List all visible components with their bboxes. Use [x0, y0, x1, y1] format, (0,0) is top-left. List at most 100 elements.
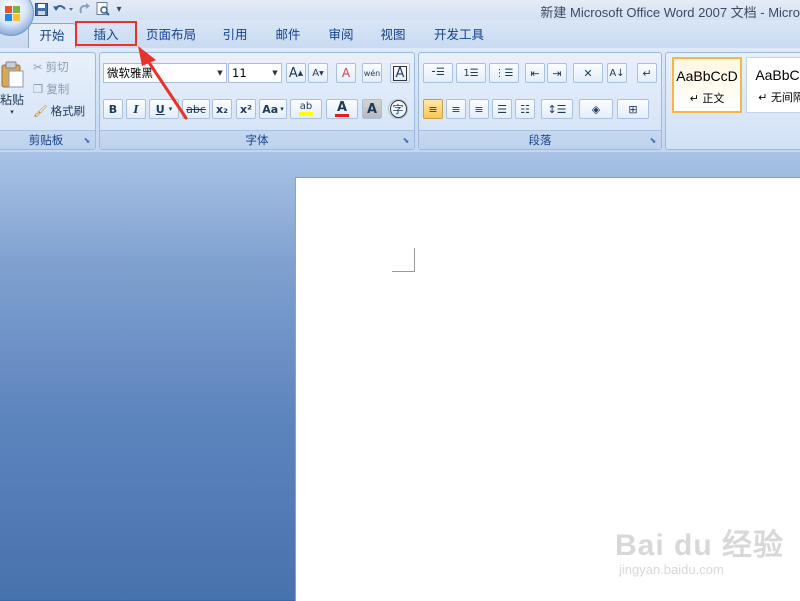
window-title: 新建 Microsoft Office Word 2007 文档 - Micro — [540, 5, 800, 20]
style-sample: AaBbCc — [755, 67, 800, 83]
font-name-combo[interactable]: 微软雅黑 ▼ — [103, 63, 227, 83]
copy-button[interactable]: ❐ 复制 — [33, 81, 69, 97]
style-no-spacing[interactable]: AaBbCc ↵ 无间隔 — [746, 57, 800, 113]
font-name-value: 微软雅黑 — [107, 66, 153, 80]
format-painter-label: 格式刷 — [50, 104, 86, 118]
justify-icon: ☰ — [497, 102, 507, 116]
character-shading-button[interactable]: A — [362, 99, 382, 119]
font-color-icon: A — [336, 99, 348, 115]
tab-view[interactable]: 视图 — [370, 23, 416, 47]
watermark-main: Bai du 经验 — [615, 529, 785, 562]
print-preview-icon[interactable] — [94, 1, 112, 17]
font-group-label: 字体 — [100, 130, 414, 149]
numbering-button[interactable]: 1☰ — [456, 63, 486, 83]
bold-button[interactable]: B — [103, 99, 123, 119]
line-spacing-button[interactable]: ↕☰ — [541, 99, 573, 119]
strikethrough-button[interactable]: abc — [182, 99, 210, 119]
enclose-characters-button[interactable]: 字 — [388, 99, 408, 119]
highlight-button[interactable]: ab — [290, 99, 322, 119]
margin-corner-mark — [392, 248, 415, 272]
customize-qat-button[interactable]: ▾ — [112, 1, 126, 17]
phonetic-guide-button[interactable]: wén — [362, 63, 382, 83]
align-left-button[interactable]: ≡ — [423, 99, 443, 119]
clear-format-button[interactable]: A — [336, 63, 356, 83]
align-right-button[interactable]: ≡ — [469, 99, 489, 119]
sort-icon: A↓ — [609, 67, 625, 79]
underline-button[interactable]: U ▾ — [149, 99, 179, 119]
paste-button[interactable]: 粘贴 ▾ — [0, 57, 25, 119]
baidu-watermark: Bai du 经验 jingyan.baidu.com — [615, 520, 784, 577]
cut-button[interactable]: ✂ 剪切 — [33, 59, 69, 75]
decrease-indent-icon: ⇤ — [530, 66, 540, 80]
bullets-icon: ⁃☰ — [431, 67, 445, 78]
change-case-icon: Aa — [262, 102, 279, 116]
font-launcher-icon[interactable]: ⬊ — [401, 136, 411, 146]
strikethrough-icon: abc — [186, 102, 206, 116]
clipboard-launcher-icon[interactable]: ⬊ — [82, 136, 92, 146]
style-name: ↵ 正文 — [689, 92, 725, 105]
increase-indent-button[interactable]: ⇥ — [547, 63, 567, 83]
tab-mailings[interactable]: 邮件 — [265, 23, 311, 47]
bullets-button[interactable]: ⁃☰ — [423, 63, 453, 83]
chevron-down-icon: ▼ — [272, 69, 278, 77]
align-right-icon: ≡ — [474, 102, 484, 116]
underline-icon: U — [155, 102, 165, 116]
line-spacing-icon: ↕☰ — [547, 102, 567, 116]
save-icon[interactable] — [32, 1, 50, 17]
phonetic-guide-icon: wén — [363, 68, 381, 78]
sort-button[interactable]: A↓ — [607, 63, 627, 83]
undo-icon[interactable] — [50, 1, 76, 17]
paint-bucket-icon: ◈ — [591, 102, 601, 116]
bold-icon: B — [108, 102, 118, 116]
align-left-icon: ≡ — [428, 102, 438, 116]
subscript-button[interactable]: x₂ — [212, 99, 232, 119]
paragraph-mark-icon: ↵ — [642, 66, 652, 80]
tab-page-layout[interactable]: 页面布局 — [140, 23, 202, 47]
font-group: 微软雅黑 ▼ 11 ▼ A ▲ A ▼ A wén A B I U ▾ abc x₂ … — [99, 52, 415, 150]
chinese-layout-icon: ✕ — [583, 66, 593, 80]
align-center-button[interactable]: ≡ — [446, 99, 466, 119]
grow-font-button[interactable]: A ▲ — [286, 63, 306, 83]
superscript-button[interactable]: x² — [236, 99, 256, 119]
increase-indent-icon: ⇥ — [552, 66, 562, 80]
paragraph-group: ⁃☰ 1☰ ⋮☰ ⇤ ⇥ ✕ A↓ ↵ ≡ ≡ ≡ ☰ ☷ ↕☰ ◈ ⊞ 段落 … — [418, 52, 662, 150]
shrink-font-button[interactable]: A ▼ — [308, 63, 328, 83]
tab-review[interactable]: 审阅 — [318, 23, 364, 47]
shading-button[interactable]: ◈ — [579, 99, 613, 119]
redo-icon[interactable] — [76, 1, 94, 17]
decrease-indent-button[interactable]: ⇤ — [525, 63, 545, 83]
styles-group: AaBbCcD ↵ 正文 AaBbCc ↵ 无间隔 — [665, 52, 800, 150]
change-case-button[interactable]: Aa ▾ — [259, 99, 287, 119]
italic-button[interactable]: I — [126, 99, 146, 119]
justify-button[interactable]: ☰ — [492, 99, 512, 119]
font-size-combo[interactable]: 11 ▼ — [228, 63, 282, 83]
tab-home[interactable]: 开始 — [28, 23, 76, 49]
character-border-icon: A — [392, 65, 408, 81]
character-border-button[interactable]: A — [390, 63, 410, 83]
subscript-icon: x₂ — [216, 102, 228, 116]
grow-font-icon: A — [288, 65, 298, 81]
tab-references[interactable]: 引用 — [212, 23, 258, 47]
font-color-button[interactable]: A — [326, 99, 358, 119]
multilevel-list-icon: ⋮☰ — [494, 67, 514, 79]
annotation-highlight-box — [75, 21, 137, 46]
enclose-characters-icon: 字 — [389, 100, 407, 118]
paragraph-launcher-icon[interactable]: ⬊ — [648, 136, 658, 146]
show-marks-button[interactable]: ↵ — [637, 63, 657, 83]
format-painter-button[interactable]: 🖌 格式刷 — [33, 103, 85, 119]
multilevel-list-button[interactable]: ⋮☰ — [489, 63, 519, 83]
character-shading-icon: A — [366, 101, 378, 117]
superscript-icon: x² — [240, 102, 252, 116]
borders-icon: ⊞ — [628, 102, 638, 116]
ribbon: 粘贴 ▾ ✂ 剪切 ❐ 复制 🖌 格式刷 剪贴板 ⬊ 微软雅黑 ▼ 11 ▼ A… — [0, 48, 800, 152]
tab-developer[interactable]: 开发工具 — [425, 23, 493, 47]
clear-format-icon: A — [341, 66, 351, 80]
title-bar: ▾ 新建 Microsoft Office Word 2007 文档 - Mic… — [0, 0, 800, 36]
numbering-icon: 1☰ — [463, 67, 479, 79]
style-normal[interactable]: AaBbCcD ↵ 正文 — [672, 57, 742, 113]
chinese-layout-button[interactable]: ✕ — [573, 63, 603, 83]
distributed-button[interactable]: ☷ — [515, 99, 535, 119]
style-sample: AaBbCcD — [676, 68, 738, 84]
borders-button[interactable]: ⊞ — [617, 99, 649, 119]
paste-label: 粘贴 — [0, 92, 24, 107]
